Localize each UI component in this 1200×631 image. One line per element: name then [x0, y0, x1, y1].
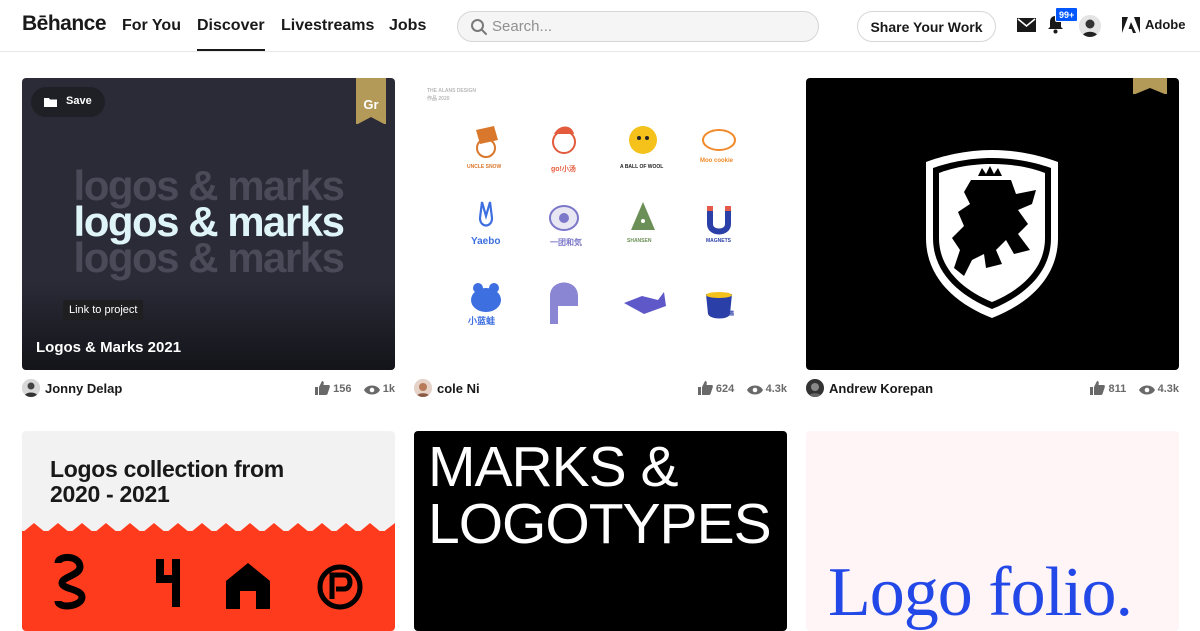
project-meta: Jonny Delap 156 1k — [22, 378, 395, 398]
search-input[interactable] — [492, 15, 802, 38]
project-card-marks-logotypes[interactable]: MARKS & LOGOTYPES — [414, 431, 787, 631]
project-meta: Andrew Korepan 811 4.3k — [806, 378, 1179, 398]
project-card-logos-marks-2021[interactable]: logos & marks logos & marks logos & mark… — [22, 78, 395, 370]
nav-link-jobs[interactable]: Jobs — [389, 17, 426, 35]
project-stats: 624 4.3k — [697, 381, 787, 395]
go-xiaotang-logo — [552, 126, 576, 154]
notification-count-badge: 99+ — [1055, 7, 1079, 22]
view-count: 4.3k — [1157, 383, 1179, 395]
view-count: 4.3k — [765, 383, 787, 395]
thumbs-up-icon — [315, 381, 330, 395]
logo-caption: UNCLE SNOW — [467, 164, 502, 170]
project-meta: cole Ni 624 4.3k — [414, 378, 787, 398]
user-avatar-image — [1079, 15, 1101, 37]
card-overlay — [22, 280, 395, 370]
folder-icon — [44, 98, 57, 107]
logo-caption: MAGNETS — [706, 238, 731, 244]
logo-caption: A BALL OF WOOL — [620, 164, 664, 170]
share-your-work-button[interactable]: Share Your Work — [857, 11, 996, 42]
project-card-logos-collection[interactable]: Logos collection from 2020 - 2021 — [22, 431, 395, 631]
search-box[interactable] — [457, 11, 819, 42]
logo-caption: Yaebo — [471, 236, 501, 247]
project-stats: 156 1k — [315, 381, 395, 395]
shansen-logo — [631, 202, 655, 230]
view-count: 1k — [382, 383, 395, 395]
magnets-logo — [707, 206, 731, 235]
behance-logo[interactable]: Bēhance — [22, 12, 107, 36]
appreciation-count: 624 — [715, 383, 735, 395]
ball-of-wool-logo — [629, 126, 657, 154]
logo-caption: go!小汤 — [551, 166, 576, 173]
save-button[interactable]: Save — [31, 87, 105, 117]
owner-avatar-image — [806, 379, 824, 397]
xiaolanwa-logo — [471, 283, 501, 312]
project-card-cole-ni[interactable]: THE ALANS DESIGN 作品 2020 UNCLE SNOW go!小… — [414, 78, 787, 370]
owner-name[interactable]: cole Ni — [437, 381, 480, 396]
owner-name[interactable]: Andrew Korepan — [829, 381, 933, 396]
nav-link-for-you[interactable]: For You — [122, 17, 181, 35]
top-nav: Bēhance For You Discover Livestreams Job… — [0, 0, 1200, 52]
artwork-text: Logo folio. — [828, 554, 1133, 631]
logo-caption: 猫 — [729, 311, 735, 317]
appreciation-count: 811 — [1108, 383, 1127, 395]
gallery-ribbon: Gr — [356, 78, 386, 125]
nav-link-livestreams[interactable]: Livestreams — [281, 17, 374, 35]
owner-name[interactable]: Jonny Delap — [45, 381, 122, 396]
eye-icon — [363, 385, 380, 395]
adobe-icon[interactable] — [1122, 17, 1140, 33]
save-label: Save — [66, 95, 92, 107]
moo-cookie-logo — [702, 129, 736, 151]
search-icon — [471, 19, 487, 35]
project-stats: 811 4.3k — [1090, 381, 1179, 395]
owner-avatar-image — [22, 379, 40, 397]
logo-marks-row — [22, 523, 395, 610]
owner-avatar[interactable] — [22, 379, 40, 397]
house-cat-logo — [550, 282, 578, 324]
project-card-logo-folio[interactable]: Logo folio. — [806, 431, 1179, 631]
thumbs-up-icon — [1090, 381, 1106, 395]
appreciation-count: 156 — [333, 383, 352, 395]
logo-caption: SHANSEN — [627, 238, 652, 244]
uncle-snow-logo — [476, 126, 498, 158]
yituanheqi-logo — [549, 205, 579, 231]
owner-avatar[interactable] — [414, 379, 432, 397]
eye-icon — [1138, 385, 1155, 395]
leaping-cat-logo — [624, 292, 666, 314]
mail-icon[interactable] — [1017, 17, 1036, 33]
owner-avatar-image — [414, 379, 432, 397]
logo-caption: 一团和気 — [550, 238, 582, 247]
project-card-andrew-korepan[interactable] — [806, 78, 1179, 370]
lion-crest-shield-logo — [926, 150, 1058, 318]
adobe-label[interactable]: Adobe — [1145, 17, 1185, 32]
logo-caption: Moo cookie — [700, 158, 734, 164]
nav-link-discover[interactable]: Discover — [197, 17, 265, 51]
thumbs-up-icon — [697, 381, 713, 395]
project-title[interactable]: Logos & Marks 2021 — [36, 339, 181, 356]
owner-avatar[interactable] — [806, 379, 824, 397]
yaebo-logo — [478, 201, 494, 227]
logo-caption: 小蓝蛙 — [468, 316, 496, 326]
eye-icon — [746, 385, 763, 395]
artwork-text: logos & marks — [73, 234, 345, 281]
link-to-project-tooltip: Link to project — [63, 300, 144, 320]
artwork-text: MARKS & LOGOTYPES — [428, 435, 772, 556]
user-avatar[interactable] — [1079, 15, 1101, 37]
